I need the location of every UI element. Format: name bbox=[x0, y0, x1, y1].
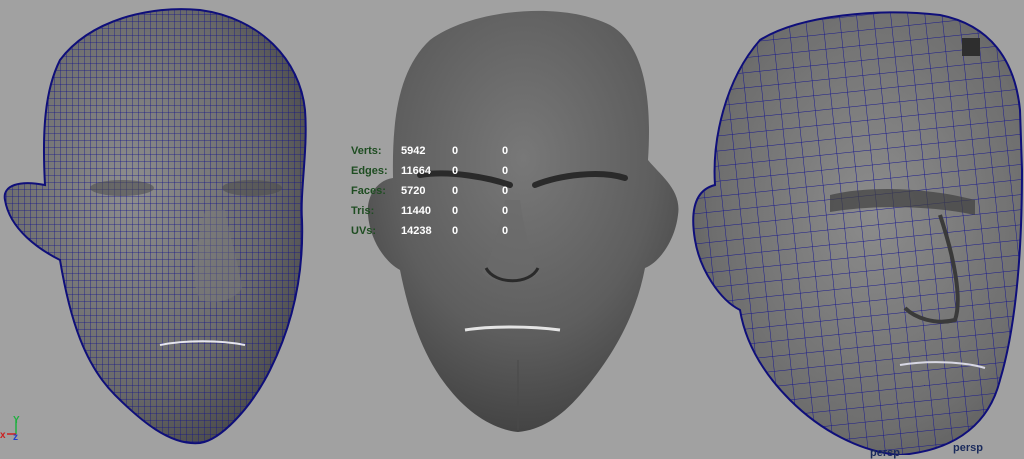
head-wireframe-dense[interactable] bbox=[0, 0, 320, 455]
hud-label: Edges: bbox=[351, 165, 388, 177]
hud-value: 0 bbox=[452, 165, 459, 177]
hud-value: 14238 bbox=[401, 225, 432, 237]
hud-value: 0 bbox=[502, 225, 509, 237]
hud-row-verts: Verts: 5942 0 0 bbox=[351, 141, 531, 161]
3d-viewport[interactable]: Verts: 5942 0 0 Edges: 11664 0 0 Faces: … bbox=[0, 0, 1024, 459]
hud-value: 11440 bbox=[401, 205, 431, 217]
poly-count-hud: Verts: 5942 0 0 Edges: 11664 0 0 Faces: … bbox=[351, 141, 531, 241]
head-wireframe-coarse[interactable] bbox=[680, 0, 1024, 455]
hud-value: 0 bbox=[502, 185, 509, 197]
hud-value: 0 bbox=[452, 185, 459, 197]
hud-row-tris: Tris: 11440 0 0 bbox=[351, 201, 531, 221]
camera-label: persp bbox=[953, 442, 983, 454]
camera-label: persp bbox=[870, 447, 900, 459]
hud-value: 0 bbox=[502, 165, 509, 177]
hud-value: 0 bbox=[452, 145, 459, 157]
hud-label: UVs: bbox=[351, 225, 377, 237]
hud-label: Faces: bbox=[351, 185, 386, 197]
hud-value: 11664 bbox=[401, 165, 431, 177]
axis-x-label: x bbox=[0, 430, 6, 441]
hud-row-uvs: UVs: 14238 0 0 bbox=[351, 221, 531, 241]
view-axis-icon: Y x z bbox=[0, 415, 20, 443]
hud-row-edges: Edges: 11664 0 0 bbox=[351, 161, 531, 181]
hud-value: 0 bbox=[502, 145, 509, 157]
hud-row-faces: Faces: 5720 0 0 bbox=[351, 181, 531, 201]
hud-label: Tris: bbox=[351, 205, 375, 217]
hud-value: 5942 bbox=[401, 145, 426, 157]
hud-value: 0 bbox=[452, 225, 459, 237]
hud-value: 5720 bbox=[401, 185, 426, 197]
axis-y-label: Y bbox=[13, 415, 20, 426]
axis-z-label: z bbox=[13, 432, 18, 443]
hud-value: 0 bbox=[452, 205, 459, 217]
hud-label: Verts: bbox=[351, 145, 382, 157]
hud-value: 0 bbox=[502, 205, 509, 217]
